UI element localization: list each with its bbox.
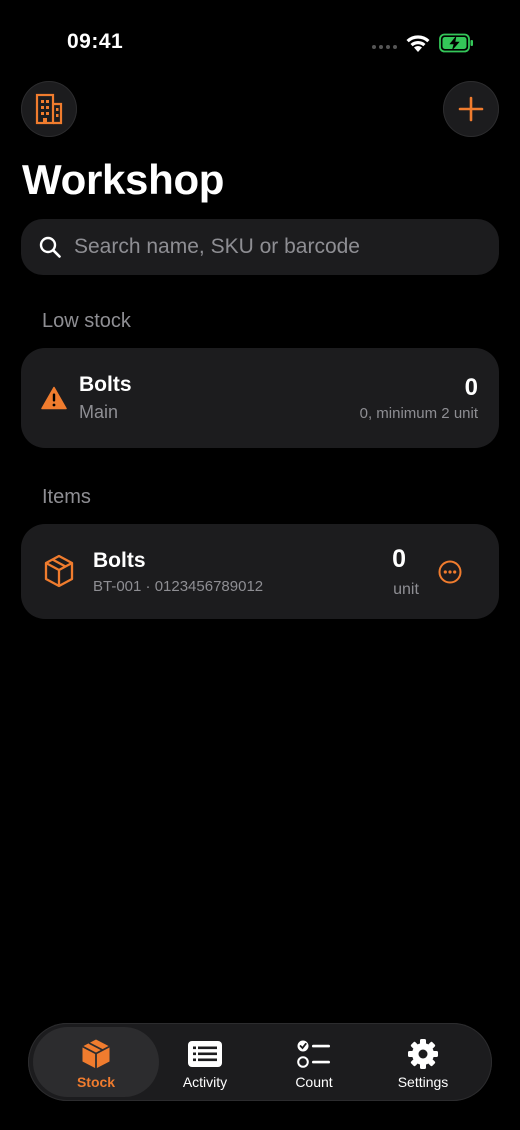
wifi-icon <box>406 35 430 52</box>
tab-activity-label: Activity <box>182 1074 228 1090</box>
gear-icon <box>407 1037 439 1071</box>
search-bar[interactable] <box>21 219 499 275</box>
item-name: Bolts <box>93 549 146 572</box>
battery-charging-icon <box>439 33 473 53</box>
tab-settings[interactable]: Settings <box>368 1027 478 1097</box>
home-indicator-area <box>0 1110 520 1130</box>
more-options-icon[interactable] <box>437 559 463 585</box>
add-button[interactable] <box>443 81 499 137</box>
items-header: Items <box>42 486 91 508</box>
tab-activity[interactable]: Activity <box>150 1027 260 1097</box>
tab-stock[interactable]: Stock <box>33 1027 159 1097</box>
tab-bar: Stock Activity Count Settings <box>28 1023 492 1101</box>
building-icon <box>35 93 63 125</box>
box-icon <box>80 1037 112 1071</box>
warning-icon <box>41 386 67 410</box>
cellular-signal-icon <box>372 45 397 49</box>
checklist-icon <box>296 1037 332 1071</box>
low-stock-item-detail: 0, minimum 2 unit <box>359 405 478 422</box>
page-title: Workshop <box>22 156 225 203</box>
search-input[interactable] <box>72 234 476 260</box>
tab-stock-label: Stock <box>76 1074 116 1090</box>
item-quantity: 0 <box>392 545 406 573</box>
low-stock-item-quantity: 0 <box>464 374 478 401</box>
item-sku-barcode: BT-001 · 0123456789012 <box>93 578 264 595</box>
search-icon <box>39 236 61 258</box>
tab-settings-label: Settings <box>397 1074 449 1090</box>
status-bar: 09:41 <box>0 0 520 80</box>
tab-count[interactable]: Count <box>259 1027 369 1097</box>
plus-icon <box>458 96 484 122</box>
low-stock-card[interactable]: Bolts Main 0 0, minimum 2 unit <box>21 348 499 448</box>
list-icon <box>187 1037 223 1071</box>
item-card[interactable]: Bolts BT-001 · 0123456789012 0 unit <box>21 524 499 619</box>
low-stock-header: Low stock <box>42 310 131 332</box>
status-time: 09:41 <box>67 30 124 53</box>
tab-count-label: Count <box>295 1074 333 1090</box>
box-icon <box>44 554 74 588</box>
low-stock-item-location: Main <box>79 402 119 422</box>
building-button[interactable] <box>21 81 77 137</box>
low-stock-item-name: Bolts <box>79 373 132 396</box>
item-unit: unit <box>393 581 419 598</box>
